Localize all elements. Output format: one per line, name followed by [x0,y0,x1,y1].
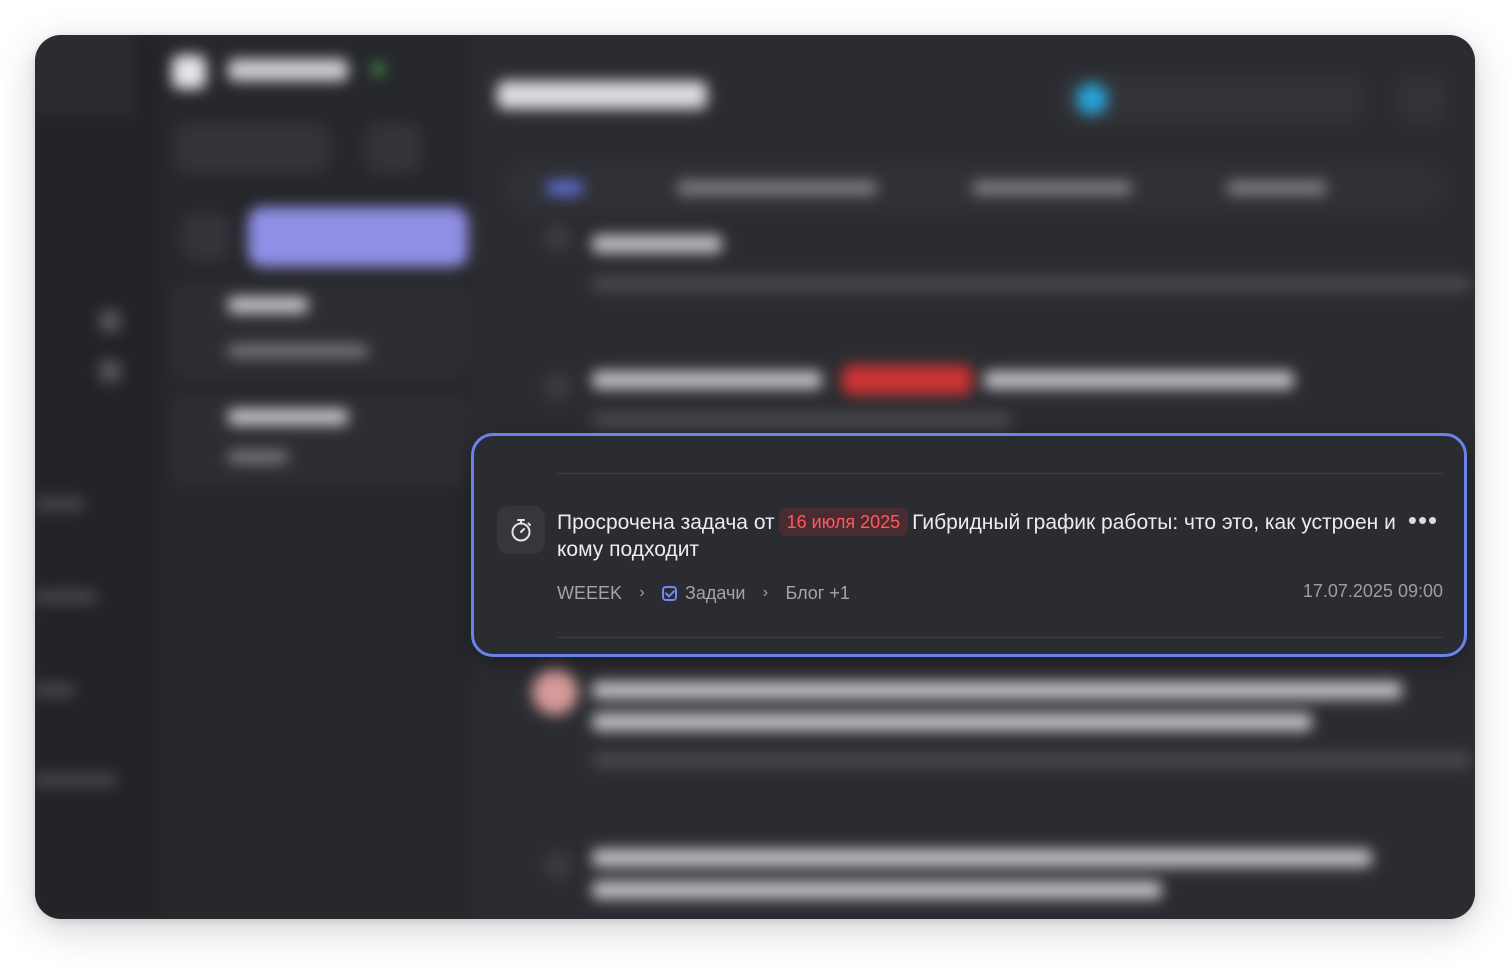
breadcrumb: WEEEK › Задачи › Блог +1 [557,581,850,605]
checkbox-icon [662,585,678,601]
rail-icon [99,310,121,332]
view-toggle-button[interactable] [365,123,421,173]
tab-all[interactable] [547,181,583,195]
folder-item[interactable] [172,395,468,487]
divider [557,637,1443,638]
breadcrumb-board[interactable]: Блог +1 [785,583,849,604]
project-logo [172,55,206,89]
tab[interactable] [677,181,877,195]
app-window: Просрочена задача от 16 июля 2025 Гибридны… [35,35,1475,919]
project-panel [160,35,472,919]
create-button[interactable] [248,207,468,267]
user-chip[interactable] [1062,75,1362,123]
rail-item[interactable] [35,683,75,697]
chevron-right-icon: › [639,584,645,601]
rail-icon [99,360,121,382]
breadcrumb-workspace[interactable]: WEEEK [557,583,622,604]
folder-item[interactable] [172,283,468,379]
tab[interactable] [1227,181,1327,195]
rail-item[interactable] [35,590,97,604]
gear-icon[interactable] [1398,75,1446,123]
timestamp: 17.07.2025 09:00 [1302,581,1443,601]
filter-button[interactable] [174,123,330,173]
avatar [532,669,578,715]
title-prefix: Просрочена задача от [557,511,775,534]
divider [557,473,1443,474]
chevron-right-icon: › [762,584,769,601]
tab[interactable] [972,181,1132,195]
rail-item[interactable] [35,773,117,787]
notification-title[interactable]: Просрочена задача от 16 июля 2025 Гибридны… [557,508,1407,563]
more-options-button[interactable]: ••• [1403,507,1443,538]
project-title [228,59,348,81]
rail-item[interactable] [35,497,85,511]
date-badge: 16 июля 2025 [778,508,909,536]
notification-card[interactable]: Просрочена задача от 16 июля 2025 Гибридны… [471,433,1467,657]
project-status [372,61,458,73]
breadcrumb-tasks[interactable]: Задачи [685,583,745,604]
square-button[interactable] [182,213,230,261]
notifications-title [497,81,707,109]
left-rail [35,35,160,919]
stopwatch-icon [497,506,545,554]
notification-tabs [507,165,1443,211]
